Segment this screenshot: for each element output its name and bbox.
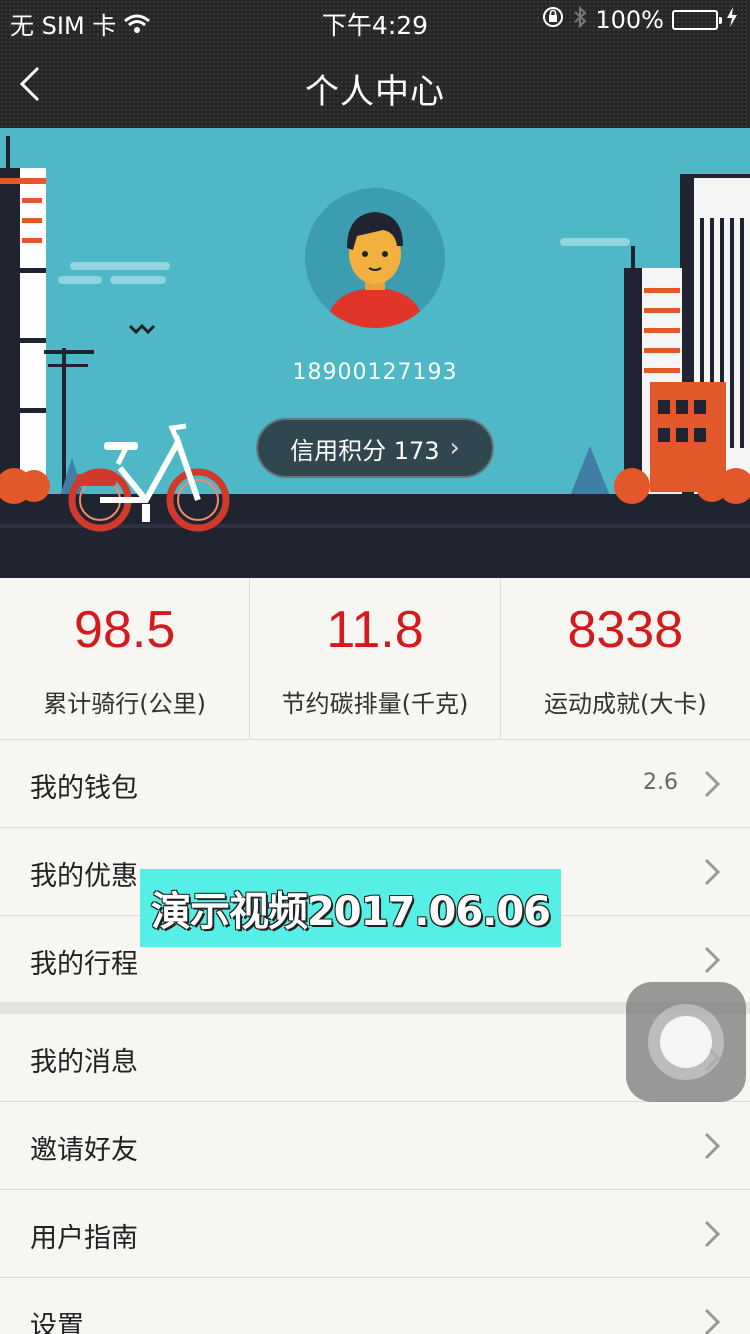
stats-panel: 98.5 累计骑行(公里) 11.8 节约碳排量(千克) 8338 运动成就(大… bbox=[0, 578, 750, 740]
assistive-touch-button[interactable] bbox=[626, 982, 746, 1102]
chevron-right-icon bbox=[704, 1132, 721, 1160]
stat-calories: 8338 运动成就(大卡) bbox=[499, 578, 750, 739]
status-right: 100% bbox=[541, 5, 738, 34]
stat-value: 8338 bbox=[567, 601, 684, 659]
assistive-touch-icon bbox=[648, 1004, 724, 1080]
video-watermark: 演示视频2017.06.06 bbox=[140, 869, 561, 947]
menu-item-label: 我的优惠 bbox=[30, 861, 138, 892]
stat-label: 运动成就(大卡) bbox=[543, 690, 707, 718]
avatar-illustration bbox=[329, 212, 421, 328]
credit-score-button[interactable]: 信用积分 173 › bbox=[256, 418, 494, 478]
chevron-right-icon bbox=[704, 1308, 721, 1334]
menu-item-wallet[interactable]: 我的钱包 2.6 bbox=[0, 740, 750, 828]
chevron-right-icon bbox=[704, 858, 721, 886]
top-bar: 无 SIM 卡 下午4:29 100% 个人中心 bbox=[0, 0, 750, 128]
stat-value: 11.8 bbox=[326, 601, 424, 659]
stat-carbon: 11.8 节约碳排量(千克) bbox=[249, 578, 499, 739]
orientation-lock-icon bbox=[541, 6, 565, 34]
wallet-balance: 2.6 bbox=[643, 770, 678, 795]
menu-item-label: 邀请好友 bbox=[30, 1135, 138, 1166]
stat-value: 98.5 bbox=[74, 601, 176, 659]
page-title: 个人中心 bbox=[305, 72, 445, 112]
charging-icon bbox=[726, 6, 738, 34]
credit-score-label: 信用积分 173 bbox=[290, 436, 440, 465]
menu-item-label: 设置 bbox=[30, 1311, 84, 1334]
navigation-bar: 个人中心 bbox=[0, 40, 750, 128]
battery-percent: 100% bbox=[595, 6, 664, 34]
phone-number: 18900127193 bbox=[292, 360, 458, 385]
menu-item-guide[interactable]: 用户指南 bbox=[0, 1190, 750, 1278]
chevron-right-icon bbox=[704, 946, 721, 974]
menu-item-label: 我的行程 bbox=[30, 949, 138, 980]
stat-distance: 98.5 累计骑行(公里) bbox=[0, 578, 249, 739]
bluetooth-icon bbox=[573, 5, 587, 34]
status-bar: 无 SIM 卡 下午4:29 100% bbox=[0, 0, 750, 40]
menu-item-settings[interactable]: 设置 bbox=[0, 1278, 750, 1334]
menu-item-invite[interactable]: 邀请好友 bbox=[0, 1102, 750, 1190]
menu-item-label: 我的消息 bbox=[30, 1047, 138, 1078]
stat-label: 节约碳排量(千克) bbox=[281, 690, 469, 718]
avatar[interactable] bbox=[305, 188, 445, 328]
chevron-right-icon: › bbox=[449, 433, 460, 463]
profile-header: 18900127193 信用积分 173 › bbox=[0, 128, 750, 578]
menu-item-label: 用户指南 bbox=[30, 1223, 138, 1254]
chevron-right-icon bbox=[704, 1220, 721, 1248]
chevron-right-icon bbox=[704, 770, 721, 798]
menu-item-label: 我的钱包 bbox=[30, 773, 138, 804]
battery-icon bbox=[672, 10, 722, 30]
stat-label: 累计骑行(公里) bbox=[43, 690, 207, 718]
